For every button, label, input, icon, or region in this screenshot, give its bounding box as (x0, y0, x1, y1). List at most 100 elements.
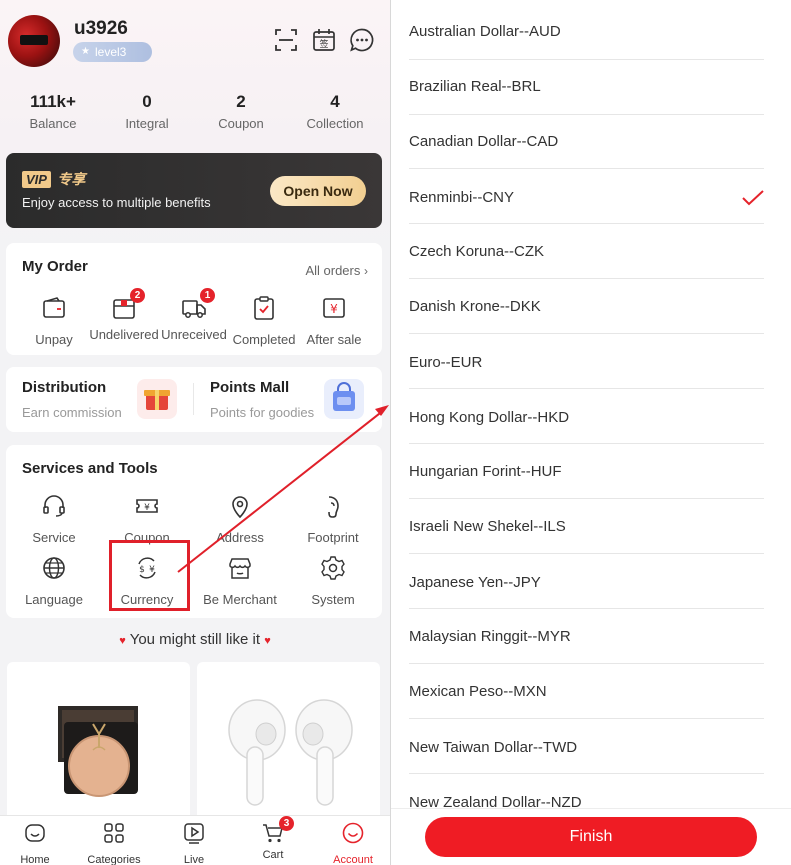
currency-label: Czech Koruna--CZK (409, 243, 545, 260)
coupon-icon: ¥ (136, 499, 158, 513)
tab-account[interactable]: Account (318, 822, 388, 865)
currency-option[interactable]: Japanese Yen--JPY (409, 554, 764, 609)
service-label: Service (32, 530, 76, 545)
stat-label: Collection (306, 116, 364, 131)
store-icon (229, 558, 251, 579)
currency-option[interactable]: New Taiwan Dollar--TWD (409, 719, 764, 774)
currency-option-selected[interactable]: Renminbi--CNY (409, 169, 764, 224)
currency-option[interactable]: Euro--EUR (409, 334, 764, 389)
truck-icon-wrap: 1 (181, 288, 215, 321)
currency-option[interactable]: Brazilian Real--BRL (409, 60, 764, 115)
order-label: Undelivered (89, 327, 159, 342)
currency-label: Australian Dollar--AUD (409, 23, 561, 40)
svg-text:签: 签 (319, 38, 328, 50)
gift-box-icon (137, 379, 177, 419)
wallet-icon (43, 297, 65, 318)
scan-icon[interactable] (273, 27, 299, 53)
currency-option[interactable]: Czech Koruna--CZK (409, 224, 764, 279)
order-label: Completed (232, 332, 296, 347)
currency-option[interactable]: Malaysian Ringgit--MYR (409, 609, 764, 664)
tab-live[interactable]: Live (159, 822, 229, 865)
stat-label: Integral (125, 116, 169, 131)
coupon-item[interactable]: ¥ Coupon (107, 493, 187, 545)
currency-label: Hong Kong Dollar--HKD (409, 409, 570, 426)
currency-option[interactable]: Israeli New Shekel--ILS (409, 499, 764, 554)
footprint-icon (328, 496, 339, 518)
currency-label: Renminbi--CNY (409, 189, 515, 206)
order-label: Unreceived (161, 327, 227, 342)
package-icon-wrap: 2 (111, 288, 145, 321)
order-badge: 1 (200, 288, 215, 303)
tab-categories[interactable]: Categories (79, 822, 149, 865)
vip-logo-cn: 专享 (57, 171, 86, 187)
order-label: Unpay (35, 332, 73, 347)
account-stats: 111k+ Balance 0 Integral 2 Coupon 4 Coll… (0, 92, 390, 142)
currency-option[interactable]: Danish Krone--DKK (409, 279, 764, 334)
vip-logo: VIP 专享 (22, 169, 100, 188)
service-label: Be Merchant (203, 592, 277, 607)
distribution-subtitle: Earn commission (22, 405, 122, 420)
address-item[interactable]: Address (200, 493, 280, 545)
tab-label: Cart (262, 849, 284, 861)
tab-label: Live (183, 854, 205, 865)
message-icon[interactable] (349, 27, 375, 53)
currency-option[interactable]: Hungarian Forint--HUF (409, 444, 764, 499)
finish-button[interactable]: Finish (425, 817, 757, 857)
level-label: level3 (95, 45, 127, 59)
currency-label: Malaysian Ringgit--MYR (409, 628, 571, 645)
system-item[interactable]: System (293, 555, 373, 607)
yen-return-icon: ¥ (323, 298, 345, 318)
points-mall-title: Points Mall (210, 379, 290, 396)
stat-value: 0 (142, 92, 152, 111)
stat-coupon[interactable]: 2 Coupon (196, 92, 286, 131)
language-item[interactable]: Language (14, 555, 94, 607)
tab-cart[interactable]: 3 Cart (238, 816, 308, 861)
open-now-button[interactable]: Open Now (270, 176, 366, 206)
order-undelivered[interactable]: 2 Undelivered (84, 288, 164, 342)
my-order-title: My Order (22, 258, 88, 275)
points-mall-subtitle: Points for goodies (210, 405, 315, 420)
sign-in-calendar-icon[interactable]: 签 (311, 27, 337, 53)
all-orders-link[interactable]: All orders › (305, 263, 368, 278)
username: u3926 (74, 18, 128, 39)
cart-badge: 3 (279, 816, 294, 831)
currency-option[interactable]: Canadian Dollar--CAD (409, 115, 764, 169)
avatar[interactable] (8, 15, 60, 67)
account-page: u3926 ★ level3 签 111k+ Balance 0 Integra… (0, 0, 390, 865)
currency-option[interactable]: Mexican Peso--MXN (409, 664, 764, 719)
order-unpay[interactable]: Unpay (14, 295, 94, 347)
vip-banner[interactable]: VIP 专享 Enjoy access to multiple benefits… (6, 153, 382, 228)
currency-label: Brazilian Real--BRL (409, 78, 541, 95)
service-item[interactable]: Service (14, 493, 94, 545)
be-merchant-item[interactable]: Be Merchant (200, 555, 280, 607)
clipboard-check-icon (254, 296, 274, 320)
currency-label: New Taiwan Dollar--TWD (409, 739, 578, 756)
tab-label: Categories (87, 854, 141, 865)
stat-value: 111k+ (30, 92, 76, 111)
product-card[interactable] (197, 662, 380, 822)
bottom-tab-bar: Home Categories Live 3 Cart Account (0, 815, 390, 865)
checkmark-icon (742, 190, 764, 206)
currency-label: Mexican Peso--MXN (409, 683, 547, 700)
all-orders-label: All orders (305, 263, 361, 278)
stat-collection[interactable]: 4 Collection (290, 92, 380, 131)
star-icon: ★ (81, 46, 90, 57)
stat-value: 4 (330, 92, 340, 111)
currency-option[interactable]: Australian Dollar--AUD (409, 0, 764, 60)
tab-home[interactable]: Home (0, 822, 70, 865)
order-unreceived[interactable]: 1 Unreceived (154, 288, 234, 342)
stat-integral[interactable]: 0 Integral (102, 92, 192, 131)
distribution-title: Distribution (22, 379, 107, 396)
currency-option[interactable]: Hong Kong Dollar--HKD (409, 389, 764, 444)
order-after-sale[interactable]: ¥ After sale (294, 295, 374, 347)
product-image-earbuds (228, 699, 353, 806)
grid-icon (104, 823, 124, 843)
svg-text:¥: ¥ (330, 302, 338, 316)
stat-balance[interactable]: 111k+ Balance (8, 92, 98, 131)
shopping-bag-icon (324, 379, 364, 419)
svg-text:¥: ¥ (144, 503, 150, 513)
footprint-item[interactable]: Footprint (293, 493, 373, 545)
order-completed[interactable]: Completed (224, 295, 304, 347)
product-card[interactable] (7, 662, 190, 822)
services-card: Services and Tools Service ¥ Coupon Addr… (6, 445, 382, 618)
